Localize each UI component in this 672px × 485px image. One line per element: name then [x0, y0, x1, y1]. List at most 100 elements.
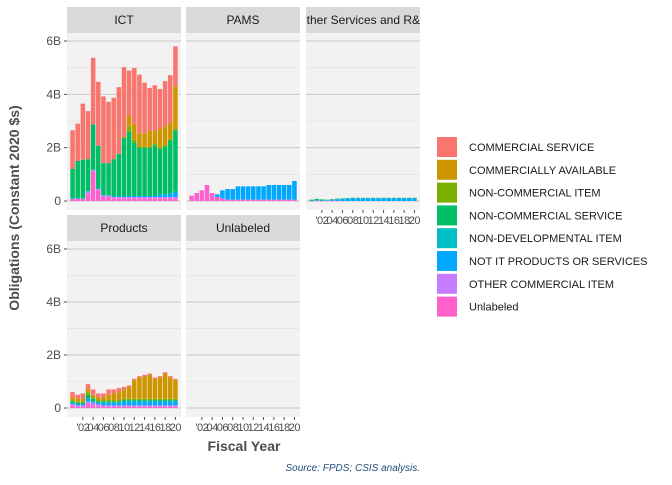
- bar-segment: [142, 82, 147, 134]
- bar-segment: [96, 190, 101, 201]
- bar-segment: [152, 378, 158, 399]
- bar-segment: [365, 197, 371, 199]
- bar-segment: [101, 402, 106, 406]
- bar-segment: [106, 400, 111, 402]
- bar-segment: [147, 406, 152, 408]
- bar-segment: [173, 191, 178, 197]
- bar-segment: [261, 199, 266, 201]
- bar-segment: [80, 398, 86, 402]
- bar-segment: [75, 402, 80, 405]
- bar-segment: [126, 70, 132, 116]
- bar-segment: [132, 198, 137, 201]
- bar-segment: [162, 146, 168, 195]
- bar-segment: [111, 402, 116, 406]
- bar-segment: [70, 405, 75, 408]
- bar-segment: [162, 373, 168, 399]
- bar-segment: [111, 393, 116, 401]
- bar-segment: [80, 198, 86, 199]
- bar-segment: [111, 406, 116, 408]
- bar-segment: [173, 130, 178, 192]
- bar-segment: [85, 404, 91, 408]
- legend-item: NON-COMMERCIAL ITEM: [437, 182, 601, 203]
- bar-segment: [324, 200, 330, 202]
- y-tick-label: 0: [54, 194, 61, 208]
- bar-segment: [396, 197, 402, 199]
- bar-segment: [173, 406, 178, 408]
- bar-segment: [85, 392, 91, 395]
- bar-segment: [85, 398, 91, 402]
- bar-segment: [111, 196, 116, 197]
- bar-segment: [271, 199, 277, 201]
- bar-segment: [147, 373, 152, 375]
- legend-label: COMMERCIAL SERVICE: [469, 142, 594, 154]
- bar-segment: [157, 149, 163, 195]
- bar-segment: [137, 398, 142, 401]
- bar-segment: [147, 405, 152, 407]
- bar-segment: [106, 405, 111, 407]
- bar-segment: [365, 198, 371, 201]
- bar-segment: [126, 405, 132, 407]
- bar-segment: [324, 199, 330, 201]
- bar-segment: [106, 402, 111, 406]
- bar-segment: [386, 198, 391, 201]
- bar-segment: [111, 159, 116, 197]
- bar-segment: [101, 406, 106, 408]
- bar-segment: [80, 402, 86, 405]
- bar-segment: [132, 380, 137, 399]
- bar-segment: [157, 376, 163, 378]
- bar-segment: [152, 405, 158, 407]
- bar-segment: [168, 198, 173, 201]
- bar-segment: [80, 159, 86, 199]
- bar-segment: [287, 185, 292, 200]
- bar-segment: [314, 200, 319, 201]
- bar-segment: [90, 401, 96, 403]
- bar-segment: [96, 189, 101, 191]
- x-axis-title: Fiscal Year: [208, 438, 281, 454]
- bar-segment: [116, 196, 122, 197]
- bar-segment: [132, 123, 137, 140]
- source-caption: Source: FPDS; CSIS analysis.: [286, 463, 421, 474]
- bar-segment: [85, 111, 91, 160]
- bar-segment: [215, 197, 220, 201]
- bar-segment: [75, 398, 80, 402]
- bar-segment: [152, 406, 158, 408]
- bar-segment: [162, 405, 168, 407]
- bar-segment: [126, 115, 132, 127]
- y-tick-label: 2B: [46, 348, 61, 362]
- bar-segment: [137, 133, 142, 147]
- bar-segment: [101, 197, 106, 201]
- bar-segment: [116, 405, 122, 407]
- bar-segment: [240, 186, 246, 200]
- bar-segment: [230, 199, 235, 201]
- y-axis-title: Obligations (Constant 2020 $s): [6, 105, 22, 310]
- bar-segment: [70, 400, 75, 402]
- bar-segment: [96, 402, 101, 405]
- bar-segment: [70, 169, 75, 199]
- bar-segment: [90, 171, 96, 201]
- bar-segment: [126, 406, 132, 408]
- bar-segment: [276, 199, 282, 201]
- facet-panel-3: Products: [67, 215, 181, 417]
- bar-segment: [287, 199, 292, 201]
- x-tick-label: 20: [289, 422, 301, 434]
- bar-segment: [162, 400, 168, 402]
- bar-segment: [157, 198, 163, 201]
- bar-segment: [173, 398, 178, 401]
- bar-segment: [168, 406, 173, 408]
- bar-segment: [142, 133, 147, 147]
- bar-segment: [101, 400, 106, 402]
- bar-segment: [162, 145, 168, 147]
- y-tick-label: 6B: [46, 242, 61, 256]
- bar-segment: [106, 394, 111, 401]
- bar-segment: [381, 197, 386, 199]
- bar-segment: [106, 389, 111, 395]
- bar-segment: [168, 123, 173, 140]
- bar-segment: [142, 400, 147, 402]
- bar-segment: [111, 197, 116, 199]
- bar-segment: [152, 198, 158, 201]
- bar-segment: [371, 198, 376, 201]
- bar-segment: [142, 198, 147, 201]
- bar-segment: [168, 401, 173, 406]
- bar-segment: [116, 400, 122, 402]
- bar-segment: [152, 377, 158, 379]
